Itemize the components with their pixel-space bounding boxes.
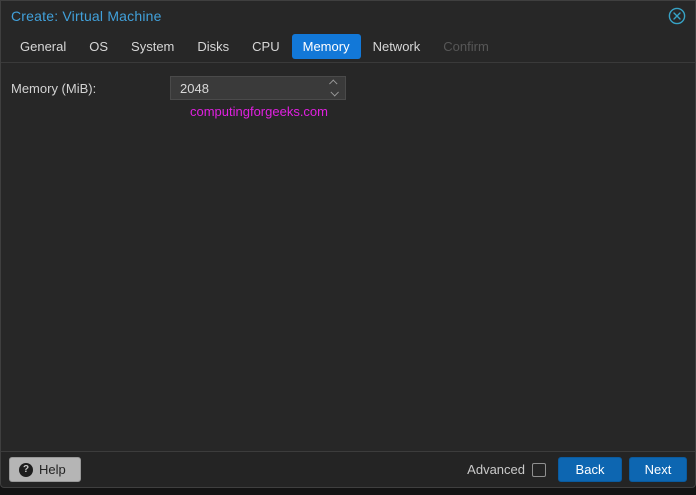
wizard-tab-bar: General OS System Disks CPU Memory Netwo… <box>1 31 695 63</box>
help-button-label: Help <box>39 462 66 477</box>
chevron-up-icon[interactable] <box>329 79 338 88</box>
tab-os[interactable]: OS <box>78 34 119 59</box>
memory-field <box>170 76 346 100</box>
help-button[interactable]: ? Help <box>9 457 81 482</box>
title-bar: Create: Virtual Machine <box>1 1 695 31</box>
back-button[interactable]: Back <box>558 457 622 482</box>
tab-cpu[interactable]: CPU <box>241 34 290 59</box>
memory-panel: Memory (MiB): computingforgeeks.com <box>1 63 695 451</box>
tab-disks[interactable]: Disks <box>186 34 240 59</box>
tab-memory[interactable]: Memory <box>291 34 361 59</box>
close-icon[interactable] <box>668 7 686 25</box>
tab-confirm: Confirm <box>443 39 489 54</box>
chevron-down-icon[interactable] <box>330 88 339 97</box>
page-title: Create: Virtual Machine <box>11 8 162 24</box>
watermark-text: computingforgeeks.com <box>189 104 328 119</box>
next-button[interactable]: Next <box>629 457 687 482</box>
memory-stepper[interactable] <box>323 77 345 99</box>
advanced-label: Advanced <box>467 462 525 477</box>
memory-form-row: Memory (MiB): <box>1 63 695 100</box>
memory-label: Memory (MiB): <box>11 80 97 96</box>
tab-general[interactable]: General <box>9 34 77 59</box>
create-vm-dialog: Create: Virtual Machine General OS Syste… <box>0 0 696 488</box>
memory-input[interactable] <box>171 77 323 99</box>
footer-bar: ? Help Advanced Back Next <box>1 451 695 487</box>
tab-system[interactable]: System <box>120 34 185 59</box>
footer-actions: Advanced Back Next <box>467 457 687 482</box>
question-icon: ? <box>19 462 33 477</box>
tab-network[interactable]: Network <box>362 34 432 59</box>
advanced-checkbox[interactable] <box>532 462 546 477</box>
